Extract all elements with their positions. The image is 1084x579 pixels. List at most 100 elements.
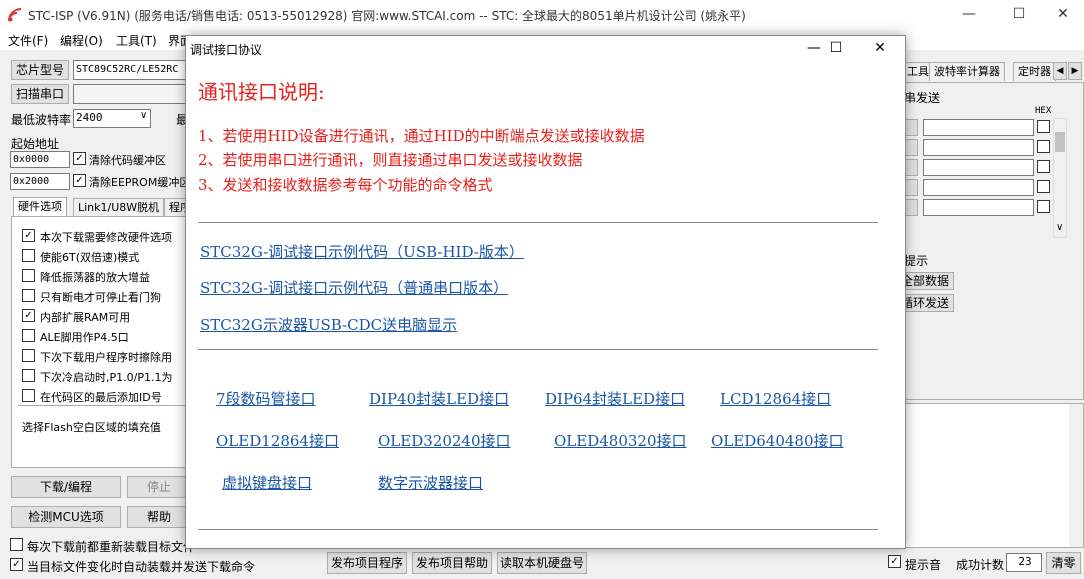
tab-baud-calculator[interactable]: 波特率计算器 [929,62,1005,81]
send-row-field[interactable] [923,179,1034,196]
option-label: ALE脚用作P4.5口 [40,331,129,344]
chip-model-select[interactable]: STC89C52RC/LE52RC [73,60,188,80]
multi-send-label: 串发送 [904,91,941,105]
download-button[interactable]: 下载/编程 [11,476,121,498]
instruction-line-3: 3、发送和接收数据参考每个功能的命令格式 [198,176,493,194]
detect-mcu-button[interactable]: 检测MCU选项 [11,506,121,528]
menu-program[interactable]: 编程(O) [60,32,103,49]
fill-value-label: 选择Flash空白区域的填充值 [22,421,161,434]
instruction-line-1: 1、若使用HID设备进行通讯，通过HID的中断端点发送或接收数据 [198,127,645,145]
scan-port-button[interactable]: 扫描串口 [11,84,69,104]
divider [198,222,878,223]
option-label: 下次冷启动时,P1.0/P1.1为 [40,371,173,384]
divider [198,349,878,350]
auto-load-checkbox[interactable]: ✓ [10,558,23,571]
send-row-button[interactable] [904,199,918,216]
link-oled640480[interactable]: OLED640480接口 [711,430,844,451]
link-digital-oscilloscope[interactable]: 数字示波器接口 [378,472,483,493]
minimize-button[interactable]: — [946,0,992,30]
instruction-line-2: 2、若使用串口进行通讯，则直接通过串口发送或接收数据 [198,151,583,169]
chip-model-button[interactable]: 芯片型号 [11,60,69,80]
chevron-down-icon[interactable]: ∨ [1056,222,1063,233]
tab-hardware-options[interactable]: 硬件选项 [13,197,67,217]
log-area[interactable] [890,403,1084,548]
log-scrollbar[interactable] [1069,404,1083,547]
option-checkbox[interactable] [22,249,35,262]
link-dip40-led[interactable]: DIP40封装LED接口 [369,388,509,409]
link-oled12864[interactable]: OLED12864接口 [216,430,339,451]
option-label: 本次下载需要修改硬件选项 [40,231,172,244]
send-rows [904,119,1054,219]
option-label: 使能6T(双倍速)模式 [40,251,140,264]
debug-interface-dialog: 调试接口协议 — ☐ ✕ 通讯接口说明: 1、若使用HID设备进行通讯，通过HI… [185,35,906,549]
tab-scroll-left-icon[interactable]: ◀ [1053,62,1067,80]
main-titlebar: STC-ISP (V6.91N) (服务电话/销售电话: 0513-550129… [0,0,1084,30]
link-oscilloscope-cdc[interactable]: STC32G示波器USB-CDC送电脑显示 [200,314,457,335]
send-row-field[interactable] [923,139,1034,156]
option-checkbox[interactable]: ✓ [22,229,35,242]
send-row-button[interactable] [904,179,918,196]
help-button[interactable]: 帮助 [127,506,191,528]
send-row-button[interactable] [904,119,918,136]
dialog-titlebar: 调试接口协议 — ☐ ✕ [186,36,905,60]
option-checkbox[interactable] [22,329,35,342]
link-dip64-led[interactable]: DIP64封装LED接口 [545,388,685,409]
hex-checkbox[interactable] [1037,200,1050,213]
option-checkbox[interactable]: ✓ [22,309,35,322]
chevron-down-icon: ∨ [140,110,148,121]
reload-checkbox[interactable] [10,538,23,551]
stop-button[interactable]: 停止 [127,476,191,498]
clear-count-button[interactable]: 清零 [1046,552,1081,574]
option-label: 下次下载用户程序时擦除用 [40,351,172,364]
publish-project-button[interactable]: 发布项目程序 [327,552,407,574]
option-checkbox[interactable] [22,369,35,382]
option-checkbox[interactable] [22,389,35,402]
port-select[interactable] [73,84,188,104]
divider [18,405,188,406]
link-oled480320[interactable]: OLED480320接口 [554,430,687,451]
clear-eeprom-checkbox[interactable]: ✓ [73,174,86,187]
auto-load-label: 当目标文件变化时自动装载并发送下载命令 [27,560,256,574]
hex-checkbox[interactable] [1037,180,1050,193]
option-checkbox[interactable] [22,289,35,302]
sound-checkbox[interactable]: ✓ [888,555,901,568]
start-addr-label: 起始地址 [11,137,60,151]
link-oled320240[interactable]: OLED320240接口 [378,430,511,451]
clear-code-checkbox[interactable]: ✓ [73,152,86,165]
dialog-close-button[interactable]: ✕ [858,36,902,60]
send-row-button[interactable] [904,139,918,156]
tab-scroll-right-icon[interactable]: ▶ [1068,62,1082,80]
read-disk-button[interactable]: 读取本机硬盘号 [497,552,587,574]
send-row-field[interactable] [923,159,1034,176]
start-addr-field[interactable]: 0x0000 [10,151,70,168]
link-7seg[interactable]: 7段数码管接口 [216,388,316,409]
tab-link1[interactable]: Link1/U8W脱机 [73,198,165,217]
send-row-button[interactable] [904,159,918,176]
close-button[interactable]: ✕ [1040,0,1084,30]
maximize-button[interactable]: ☐ [996,0,1042,30]
option-checkbox[interactable] [22,349,35,362]
hex-checkbox[interactable] [1037,140,1050,153]
link-lcd12864[interactable]: LCD12864接口 [720,388,831,409]
hex-checkbox[interactable] [1037,160,1050,173]
hint-label: 提示 [904,254,929,268]
hex-checkbox[interactable] [1037,120,1050,133]
eeprom-addr-field[interactable]: 0x2000 [10,173,70,190]
option-checkbox[interactable] [22,269,35,282]
link-virtual-keyboard[interactable]: 虚拟键盘接口 [222,472,312,493]
menu-file[interactable]: 文件(F) [8,32,48,49]
link-usb-hid-example[interactable]: STC32G-调试接口示例代码（USB-HID-版本） [200,241,524,262]
menu-tools[interactable]: 工具(T) [116,32,157,49]
min-baud-label: 最低波特率 [11,113,72,127]
send-row-field[interactable] [923,199,1034,216]
success-count-field: 23 [1006,553,1042,572]
send-row-field[interactable] [923,119,1034,136]
link-serial-example[interactable]: STC32G-调试接口示例代码（普通串口版本） [200,277,508,298]
tab-timer[interactable]: 定时器 [1013,62,1056,81]
success-count-label: 成功计数 [956,558,1005,572]
send-scrollbar-thumb[interactable] [1055,132,1065,152]
clear-eeprom-label: 清除EEPROM缓冲区 [89,176,191,189]
dialog-maximize-button[interactable]: ☐ [814,36,858,60]
dialog-title: 调试接口协议 [190,43,263,57]
publish-help-button[interactable]: 发布项目帮助 [412,552,492,574]
